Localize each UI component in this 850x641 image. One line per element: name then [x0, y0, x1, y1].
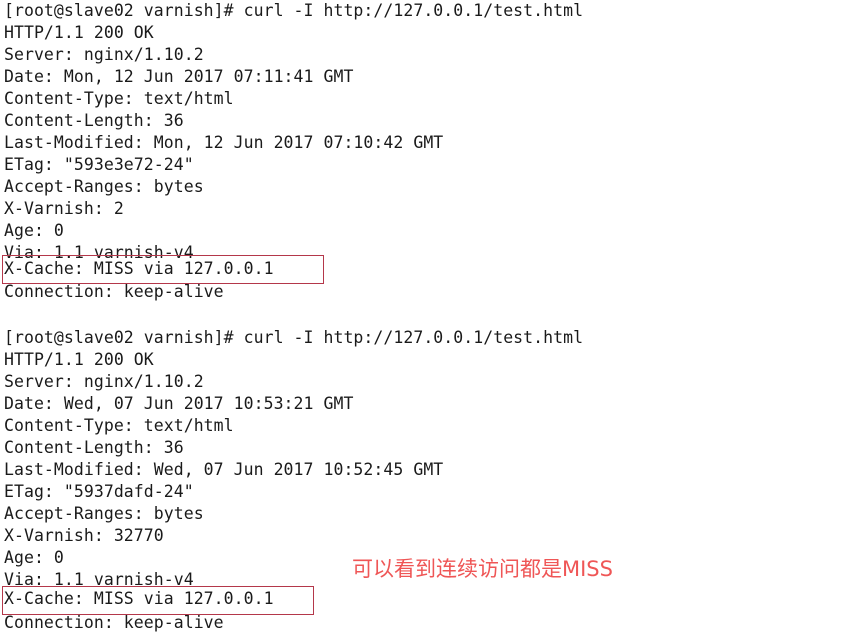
terminal-line-output: Last-Modified: Mon, 12 Jun 2017 07:10:42… [4, 133, 444, 152]
terminal-line-output: Connection: keep-alive [4, 613, 224, 632]
terminal-line-output: Content-Length: 36 [4, 111, 184, 130]
terminal-line-output: Accept-Ranges: bytes [4, 177, 204, 196]
terminal-line-output: Content-Type: text/html [4, 416, 234, 435]
terminal-line-output: Connection: keep-alive [4, 282, 224, 301]
terminal-line-x-cache: X-Cache: MISS via 127.0.0.1 [4, 589, 274, 608]
terminal-line-output: Server: nginx/1.10.2 [4, 372, 204, 391]
terminal-line-output: HTTP/1.1 200 OK [4, 23, 154, 42]
terminal-line-command: [root@slave02 varnish]# curl -I http://1… [4, 328, 584, 347]
terminal-line-x-cache: X-Cache: MISS via 127.0.0.1 [4, 259, 274, 278]
terminal-line-output: Content-Length: 36 [4, 438, 184, 457]
terminal-screen: [root@slave02 varnish]# curl -I http://1… [0, 0, 850, 641]
terminal-line-output: Accept-Ranges: bytes [4, 504, 204, 523]
terminal-line-output: Last-Modified: Wed, 07 Jun 2017 10:52:45… [4, 460, 444, 479]
terminal-line-output: X-Varnish: 32770 [4, 526, 164, 545]
terminal-line-output: ETag: "593e3e72-24" [4, 155, 194, 174]
terminal-line-output: Age: 0 [4, 221, 64, 240]
terminal-line-output: Age: 0 [4, 548, 64, 567]
terminal-line-output: Server: nginx/1.10.2 [4, 45, 204, 64]
terminal-line-output: X-Varnish: 2 [4, 199, 124, 218]
terminal-line-output: Date: Mon, 12 Jun 2017 07:11:41 GMT [4, 67, 354, 86]
terminal-line-output: Content-Type: text/html [4, 89, 234, 108]
annotation-miss-note: 可以看到连续访问都是MISS [352, 557, 613, 581]
terminal-line-command: [root@slave02 varnish]# curl -I http://1… [4, 1, 584, 20]
terminal-line-output: HTTP/1.1 200 OK [4, 350, 154, 369]
terminal-line-output: ETag: "5937dafd-24" [4, 482, 194, 501]
terminal-line-output: Date: Wed, 07 Jun 2017 10:53:21 GMT [4, 394, 354, 413]
